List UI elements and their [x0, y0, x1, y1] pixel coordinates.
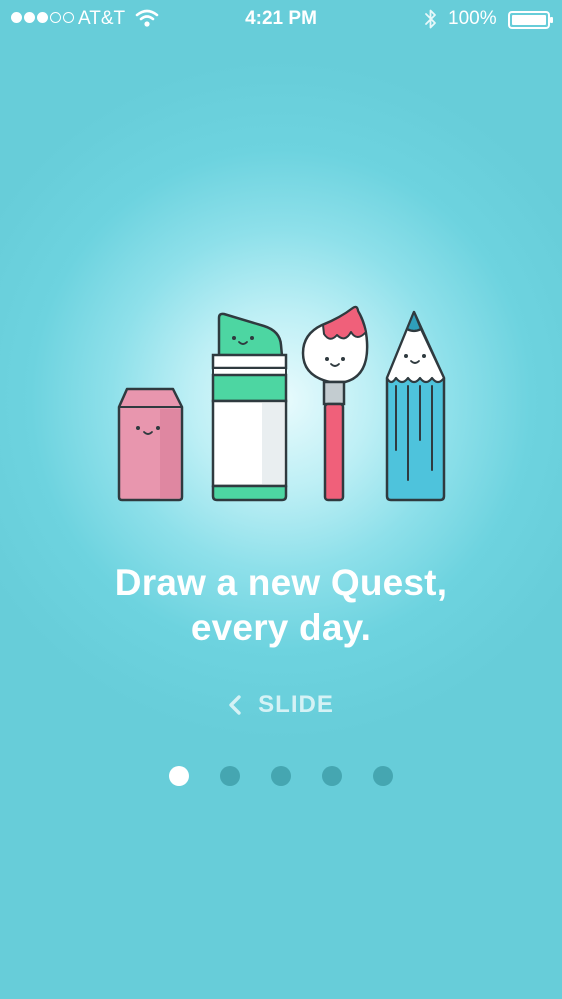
battery-percent: 100% [448, 8, 497, 29]
page-dot-3[interactable] [271, 766, 291, 786]
page-dot-2[interactable] [220, 766, 240, 786]
page-dot-5[interactable] [373, 766, 393, 786]
slide-hint[interactable]: SLIDE [0, 690, 562, 720]
onboarding-screen[interactable]: AT&T 4:21 PM 100% Draw a new Quest, ever… [0, 0, 562, 999]
page-indicator[interactable] [0, 766, 562, 786]
page-dot-1[interactable] [169, 766, 189, 786]
headline-line-2: every day. [190, 607, 372, 648]
onboarding-headline: Draw a new Quest, every day. [0, 560, 562, 650]
status-bar: AT&T 4:21 PM 100% [0, 0, 562, 40]
eraser-illustration [117, 387, 184, 502]
slide-hint-label: SLIDE [258, 691, 334, 718]
chevron-left-icon [229, 695, 241, 715]
marker-illustration [211, 312, 288, 502]
paintbrush-illustration [301, 305, 369, 502]
page-dot-4[interactable] [322, 766, 342, 786]
headline-line-1: Draw a new Quest, [114, 562, 448, 603]
battery-icon [508, 11, 553, 29]
drawing-tools-illustration [117, 305, 446, 502]
pencil-illustration [385, 310, 446, 502]
bluetooth-icon [425, 9, 436, 29]
